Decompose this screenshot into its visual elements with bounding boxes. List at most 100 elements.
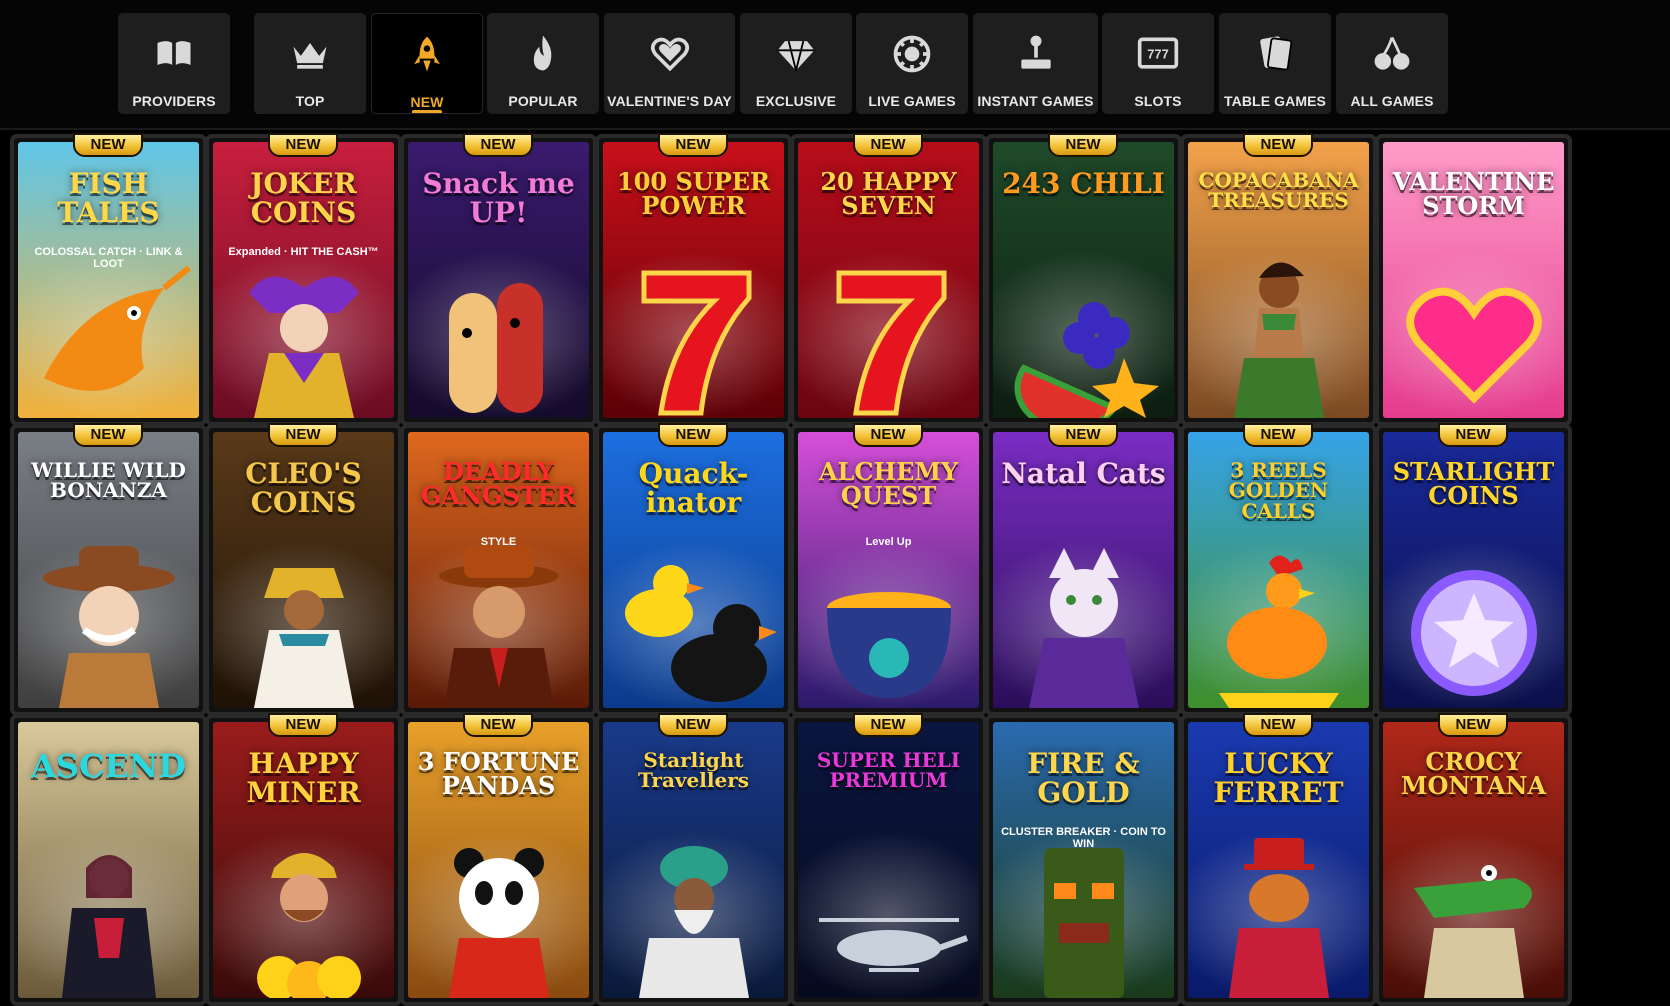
tab-label: VALENTINE'S DAY	[607, 93, 732, 109]
game-title: DEADLY GANGSTER	[421, 457, 576, 511]
tab-table-games[interactable]: TABLE GAMES	[1219, 13, 1331, 114]
new-badge: NEW	[658, 133, 728, 157]
heart-icon	[604, 29, 735, 79]
tab-top[interactable]: TOP	[254, 13, 366, 114]
ferret-illustration	[1188, 828, 1369, 998]
joystick-icon	[973, 29, 1098, 79]
tab-valentine-s-day[interactable]: VALENTINE'S DAY	[604, 13, 735, 114]
tab-label: EXCLUSIVE	[755, 93, 837, 109]
game-card-ascend[interactable]: ASCEND	[10, 714, 207, 1006]
game-card-20-happy-seven[interactable]: 20 HAPPY SEVEN	[790, 134, 987, 426]
sultan-illustration	[603, 828, 784, 998]
game-card-cleo-s-coins[interactable]: CLEO'S COINS	[205, 424, 402, 716]
game-card-willie-wild-bonanza[interactable]: WILLIE WILD BONANZA	[10, 424, 207, 716]
tab-popular[interactable]: POPULAR	[487, 13, 599, 114]
tab-exclusive[interactable]: EXCLUSIVE	[740, 13, 852, 114]
duck-illustration	[603, 538, 784, 708]
diamond-icon	[740, 29, 852, 79]
game-card-100-super-power[interactable]: 100 SUPER POWER	[595, 134, 792, 426]
tab-label: INSTANT GAMES	[977, 93, 1094, 109]
game-card-super-heli-premium[interactable]: SUPER HELI PREMIUM	[790, 714, 987, 1006]
game-thumbnail: FIRE & GOLD CLUSTER BREAKER · COIN TO WIN	[993, 722, 1174, 998]
panda-illustration	[408, 828, 589, 998]
game-title: ASCEND	[31, 747, 186, 785]
game-card-alchemy-quest[interactable]: ALCHEMY QUEST Level Up	[790, 424, 987, 716]
new-badge: NEW	[853, 713, 923, 737]
sausage-illustration	[408, 248, 589, 418]
new-badge: NEW	[73, 423, 143, 447]
game-card-copacabana-treasures[interactable]: COPACABANA TREASURES	[1180, 134, 1377, 426]
cherries-icon	[1336, 29, 1448, 79]
game-card-quack-inator[interactable]: Quack-inator	[595, 424, 792, 716]
warrior-illustration	[18, 828, 199, 998]
tab-providers[interactable]: PROVIDERS	[118, 13, 230, 114]
game-card-valentine-storm[interactable]: VALENTINE STORM	[1375, 134, 1572, 426]
heli-illustration	[798, 828, 979, 998]
new-badge: NEW	[1243, 133, 1313, 157]
flame-icon	[487, 29, 599, 79]
game-card-deadly-gangster[interactable]: DEADLY GANGSTER STYLE	[400, 424, 597, 716]
dancer-illustration	[1188, 248, 1369, 418]
game-card-crocy-montana[interactable]: CROCY MONTANA	[1375, 714, 1572, 1006]
new-badge: NEW	[658, 713, 728, 737]
new-badge: NEW	[853, 133, 923, 157]
svg-text:777: 777	[1147, 47, 1168, 62]
new-badge: NEW	[1438, 423, 1508, 447]
cowboy-illustration	[18, 538, 199, 708]
game-card-starlight-travellers[interactable]: Starlight Travellers	[595, 714, 792, 1006]
tab-slots[interactable]: 777 SLOTS	[1102, 13, 1214, 114]
game-card-fire-gold[interactable]: FIRE & GOLD CLUSTER BREAKER · COIN TO WIN	[985, 714, 1182, 1006]
game-title: STARLIGHT COINS	[1392, 457, 1555, 511]
game-thumbnail: Starlight Travellers	[603, 722, 784, 998]
game-title: VALENTINE STORM	[1392, 167, 1555, 221]
queen-illustration	[213, 538, 394, 708]
game-card-243-chili[interactable]: 243 CHILI	[985, 134, 1182, 426]
game-card-3-fortune-pandas[interactable]: 3 FORTUNE PANDAS	[400, 714, 597, 1006]
game-thumbnail: HAPPY MINER	[213, 722, 394, 998]
game-card-lucky-ferret[interactable]: LUCKY FERRET	[1180, 714, 1377, 1006]
chip-icon	[856, 29, 968, 79]
seven-illustration	[798, 248, 979, 418]
new-badge: NEW	[73, 133, 143, 157]
game-card-fish-tales[interactable]: FISH TALES COLOSSAL CATCH · LINK & LOOT	[10, 134, 207, 426]
game-card-joker-coins[interactable]: JOKER COINS Expanded · HIT THE CASH™	[205, 134, 402, 426]
new-badge: NEW	[1048, 423, 1118, 447]
tab-all-games[interactable]: ALL GAMES	[1336, 13, 1448, 114]
game-title: 100 SUPER POWER	[617, 167, 770, 221]
game-thumbnail: Snack me UP!	[408, 142, 589, 418]
tab-new[interactable]: NEW	[371, 13, 483, 114]
game-subtitle: Level Up	[865, 536, 912, 548]
game-card-happy-miner[interactable]: HAPPY MINER	[205, 714, 402, 1006]
seven-illustration	[603, 248, 784, 418]
game-thumbnail: Quack-inator	[603, 432, 784, 708]
jester-illustration	[213, 248, 394, 418]
game-card-snack-me-up[interactable]: Snack me UP!	[400, 134, 597, 426]
active-tab-indicator	[412, 110, 442, 113]
game-card-3-reels-golden-calls[interactable]: 3 REELS GOLDEN CALLS	[1180, 424, 1377, 716]
game-card-starlight-coins[interactable]: STARLIGHT COINS	[1375, 424, 1572, 716]
game-thumbnail: STARLIGHT COINS	[1383, 432, 1564, 708]
new-badge: NEW	[463, 713, 533, 737]
game-thumbnail: VALENTINE STORM	[1383, 142, 1564, 418]
game-card-natal-cats[interactable]: Natal Cats	[985, 424, 1182, 716]
game-title: 243 CHILI	[1002, 167, 1165, 200]
tab-label: PROVIDERS	[132, 93, 216, 109]
tab-live-games[interactable]: LIVE GAMES	[856, 13, 968, 114]
game-thumbnail: WILLIE WILD BONANZA	[18, 432, 199, 708]
new-badge: NEW	[268, 423, 338, 447]
heart-illustration	[1383, 248, 1564, 418]
croc-illustration	[1383, 828, 1564, 998]
tab-instant-games[interactable]: INSTANT GAMES	[973, 13, 1098, 114]
game-subtitle: Expanded · HIT THE CASH™	[228, 246, 379, 258]
cat-illustration	[993, 538, 1174, 708]
tab-label: ALL GAMES	[1350, 93, 1434, 109]
game-title: COPACABANA TREASURES	[1198, 168, 1359, 213]
game-thumbnail: ASCEND	[18, 722, 199, 998]
game-title: Quack-inator	[638, 457, 749, 519]
book-icon	[118, 29, 230, 79]
tab-label: TOP	[295, 93, 325, 109]
game-subtitle: COLOSSAL CATCH · LINK & LOOT	[34, 246, 183, 270]
tab-label: LIVE GAMES	[868, 93, 956, 109]
cards-icon	[1219, 29, 1331, 79]
game-thumbnail: 100 SUPER POWER	[603, 142, 784, 418]
